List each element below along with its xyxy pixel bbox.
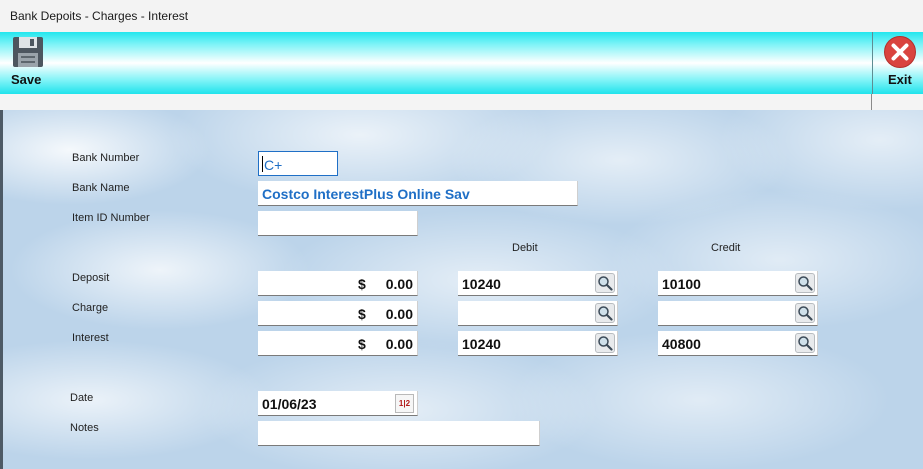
charge-label: Charge <box>72 302 109 314</box>
form-panel: Bank Number C+ Bank Name Costco Interest… <box>0 110 923 469</box>
bank-name-value: Costco InterestPlus Online Sav <box>262 186 470 202</box>
currency-symbol: $ <box>358 276 366 292</box>
magnifier-icon <box>798 306 813 321</box>
toolbar-separator <box>871 94 872 110</box>
date-value: 01/06/23 <box>262 396 317 412</box>
bank-number-value: C+ <box>264 157 283 173</box>
deposit-debit-lookup-button[interactable] <box>595 273 615 293</box>
left-window-edge <box>0 110 3 469</box>
deposit-credit-field[interactable]: 10100 <box>658 271 818 296</box>
interest-credit-field[interactable]: 40800 <box>658 331 818 356</box>
item-id-label: Item ID Number <box>72 212 150 224</box>
notes-label: Notes <box>70 422 99 434</box>
charge-credit-lookup-button[interactable] <box>795 303 815 323</box>
toolbar-divider-strip <box>0 94 867 110</box>
deposit-amount-field[interactable]: $ 0.00 <box>258 271 418 296</box>
text-caret <box>262 156 263 172</box>
interest-label: Interest <box>72 332 109 344</box>
item-id-field[interactable] <box>258 211 418 236</box>
debit-column-header: Debit <box>512 242 538 254</box>
magnifier-icon <box>798 336 813 351</box>
calendar-icon[interactable]: 1|2 <box>395 394 414 413</box>
save-label: Save <box>11 72 42 87</box>
close-circle-icon <box>884 36 916 68</box>
bank-name-label: Bank Name <box>72 182 130 194</box>
deposit-debit-field[interactable]: 10240 <box>458 271 618 296</box>
toolbar-divider-strip-right <box>867 94 923 110</box>
bank-name-field[interactable]: Costco InterestPlus Online Sav <box>258 181 578 206</box>
date-field[interactable]: 01/06/23 1|2 <box>258 391 418 416</box>
deposit-credit-value: 10100 <box>662 276 701 292</box>
interest-debit-field[interactable]: 10240 <box>458 331 618 356</box>
bank-number-field[interactable]: C+ <box>258 151 338 176</box>
date-label: Date <box>70 392 94 404</box>
interest-amount-value: 0.00 <box>385 336 413 352</box>
interest-amount-field[interactable]: $ 0.00 <box>258 331 418 356</box>
currency-symbol: $ <box>358 306 366 322</box>
magnifier-icon <box>598 336 613 351</box>
exit-button[interactable]: Exit <box>872 32 923 94</box>
interest-credit-lookup-button[interactable] <box>795 333 815 353</box>
charge-debit-field[interactable] <box>458 301 618 326</box>
deposit-credit-lookup-button[interactable] <box>795 273 815 293</box>
notes-field[interactable] <box>258 421 540 446</box>
interest-debit-value: 10240 <box>462 336 501 352</box>
charge-credit-field[interactable] <box>658 301 818 326</box>
currency-symbol: $ <box>358 336 366 352</box>
interest-credit-value: 40800 <box>662 336 701 352</box>
floppy-disk-icon <box>13 37 43 67</box>
save-button[interactable]: Save <box>6 32 56 94</box>
deposit-amount-value: 0.00 <box>385 276 413 292</box>
deposit-debit-value: 10240 <box>462 276 501 292</box>
credit-column-header: Credit <box>711 242 741 254</box>
exit-label: Exit <box>888 72 912 87</box>
magnifier-icon <box>798 276 813 291</box>
charge-amount-value: 0.00 <box>385 306 413 322</box>
deposit-label: Deposit <box>72 272 110 284</box>
bank-number-label: Bank Number <box>72 152 140 164</box>
title-bar: Bank Depoits - Charges - Interest <box>0 0 923 33</box>
window-title: Bank Depoits - Charges - Interest <box>10 9 189 23</box>
charge-debit-lookup-button[interactable] <box>595 303 615 323</box>
magnifier-icon <box>598 306 613 321</box>
charge-amount-field[interactable]: $ 0.00 <box>258 301 418 326</box>
interest-debit-lookup-button[interactable] <box>595 333 615 353</box>
magnifier-icon <box>598 276 613 291</box>
toolbar: Save Exit <box>0 32 923 94</box>
